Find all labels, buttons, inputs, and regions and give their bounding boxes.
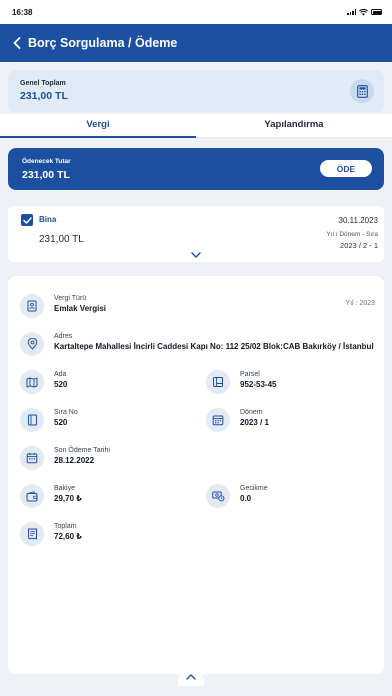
- parsel-value: 952-53-45: [240, 380, 277, 389]
- gecikme-label: Gecikme: [240, 485, 268, 492]
- chevron-left-icon: [13, 37, 21, 49]
- back-button[interactable]: [8, 30, 26, 56]
- cellular-signal-icon: [347, 9, 356, 15]
- status-bar: 16:38: [0, 0, 392, 24]
- vergi-turu-label: Vergi Türü: [54, 295, 87, 302]
- battery-icon: [371, 9, 382, 15]
- money-clock-icon: [206, 484, 230, 508]
- parsel-label: Parsel: [240, 371, 260, 378]
- ada-value: 520: [54, 380, 68, 389]
- general-total-card: Genel Toplam 231,00 TL: [8, 70, 384, 112]
- son-odeme-label: Son Ödeme Tarihi: [54, 447, 110, 454]
- list-number-icon: [20, 408, 44, 432]
- field-toplam: Toplam 72,60 ₺: [20, 522, 82, 546]
- chevron-down-icon: [191, 251, 201, 258]
- tax-item-name: Bina: [39, 215, 57, 224]
- tax-item-amount: 231,00 TL: [39, 234, 84, 245]
- tax-item-card[interactable]: Bina 231,00 TL 30.11.2023 Yıl / Dönem - …: [8, 206, 384, 262]
- expand-button[interactable]: [186, 248, 206, 261]
- field-adres: Adres Kartaltepe Mahallesi İncirli Cadde…: [20, 332, 374, 356]
- tax-item-date: 30.11.2023: [338, 216, 378, 225]
- tax-details-card: Yıl : 2023 Vergi Türü Emlak Vergisi Adre…: [8, 276, 384, 674]
- wifi-icon: [359, 8, 368, 16]
- general-total-label: Genel Toplam: [20, 80, 66, 87]
- field-vergi-turu: Vergi Türü Emlak Vergisi: [20, 294, 106, 318]
- parcel-icon: [206, 370, 230, 394]
- location-pin-icon: [20, 332, 44, 356]
- tab-yapilandirma[interactable]: Yapılandırma: [196, 114, 392, 138]
- status-time: 16:38: [12, 7, 33, 17]
- adres-value: Kartaltepe Mahallesi İncirli Caddesi Kap…: [54, 342, 374, 351]
- check-icon: [22, 216, 32, 224]
- field-parsel: Parsel 952-53-45: [206, 370, 276, 394]
- vergi-turu-value: Emlak Vergisi: [54, 304, 107, 313]
- sira-no-label: Sıra No: [54, 409, 78, 416]
- tab-vergi[interactable]: Vergi: [0, 114, 196, 138]
- wallet-icon: [20, 484, 44, 508]
- tax-item-period: 2023 / 2 - 1: [340, 241, 378, 250]
- son-odeme-value: 28.12.2022: [54, 456, 95, 465]
- status-icons: [347, 8, 382, 16]
- toplam-value: 72,60 ₺: [54, 532, 82, 541]
- bakiye-label: Bakiye: [54, 485, 76, 492]
- tax-item-checkbox[interactable]: [21, 214, 33, 226]
- field-donem: Dönem 2023 / 1: [206, 408, 269, 432]
- ada-label: Ada: [54, 371, 67, 378]
- receipt-icon: [20, 522, 44, 546]
- map-icon: [20, 370, 44, 394]
- year-note: Yıl : 2023: [345, 300, 375, 307]
- gecikme-value: 0.0: [240, 494, 252, 503]
- donem-label: Dönem: [240, 409, 263, 416]
- payment-amount-value: 231,00 TL: [22, 169, 70, 181]
- calculator-icon: [356, 84, 368, 98]
- pay-button[interactable]: ÖDE: [320, 160, 372, 177]
- chevron-up-icon: [186, 674, 196, 680]
- field-bakiye: Bakiye 29,70 ₺: [20, 484, 82, 508]
- payment-card: Ödenecek Tutar 231,00 TL ÖDE: [8, 148, 384, 190]
- calendar-date-icon: [20, 446, 44, 470]
- tax-item-period-label: Yıl / Dönem - Sıra: [326, 231, 378, 238]
- app-header: Borç Sorgulama / Ödeme: [0, 24, 392, 62]
- document-person-icon: [20, 294, 44, 318]
- tab-bar: Vergi Yapılandırma: [0, 114, 392, 138]
- donem-value: 2023 / 1: [240, 418, 269, 427]
- field-gecikme: Gecikme 0.0: [206, 484, 268, 508]
- bakiye-value: 29,70 ₺: [54, 494, 82, 503]
- sira-no-value: 520: [54, 418, 68, 427]
- field-sira-no: Sıra No 520: [20, 408, 78, 432]
- calculator-button[interactable]: [350, 79, 374, 103]
- calendar-icon: [206, 408, 230, 432]
- toplam-label: Toplam: [54, 523, 77, 530]
- field-son-odeme-tarihi: Son Ödeme Tarihi 28.12.2022: [20, 446, 110, 470]
- field-ada: Ada 520: [20, 370, 67, 394]
- general-total-value: 231,00 TL: [20, 90, 68, 102]
- page-title: Borç Sorgulama / Ödeme: [28, 36, 178, 50]
- payment-amount-label: Ödenecek Tutar: [22, 158, 71, 165]
- adres-label: Adres: [54, 333, 73, 340]
